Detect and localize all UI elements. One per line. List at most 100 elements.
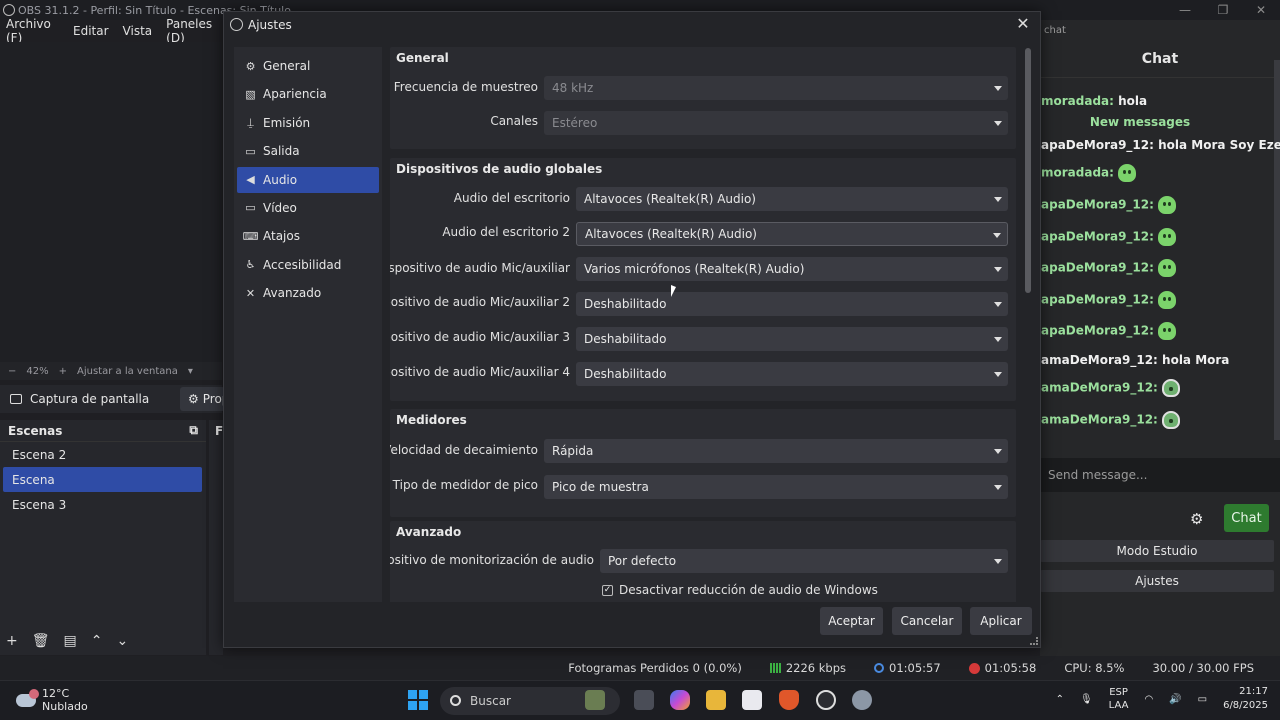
trash-icon[interactable]: 🗑 [32, 633, 50, 649]
task-view-icon[interactable] [634, 690, 654, 710]
move-up-icon[interactable]: ⌃ [91, 633, 103, 649]
nav-atajos[interactable]: ⌨ Atajos [237, 223, 379, 249]
apply-button[interactable]: Aplicar [970, 607, 1032, 635]
nav-avanzado[interactable]: ✕ Avanzado [237, 280, 379, 306]
undock-icon[interactable]: ⧉ [189, 423, 198, 438]
close-icon[interactable]: ✕ [1014, 15, 1032, 33]
filter-icon[interactable]: ▤ [64, 633, 77, 649]
settings-taskbar-icon[interactable] [852, 690, 872, 710]
add-icon[interactable]: + [6, 633, 18, 649]
nav-label: Accesibilidad [263, 257, 342, 272]
ducking-checkbox[interactable]: ✓ Desactivar reducción de audio de Windo… [602, 583, 878, 597]
maximize-icon[interactable]: ❐ [1204, 0, 1242, 20]
close-window-icon[interactable]: ✕ [1242, 0, 1280, 20]
obs-taskbar-icon[interactable] [816, 690, 836, 710]
language-indicator[interactable]: ESP LAA [1109, 686, 1129, 712]
file-explorer-icon[interactable] [706, 690, 726, 710]
decay-select[interactable]: Rápida [544, 439, 1008, 463]
chat-input[interactable]: Send message... [1040, 458, 1280, 492]
desktop-audio-select[interactable]: Altavoces (Realtek(R) Audio) [576, 187, 1008, 211]
obs-logo-icon [230, 18, 243, 31]
nav-salida[interactable]: ▭ Salida [237, 138, 379, 164]
clock[interactable]: 21:17 6/8/2025 [1223, 685, 1268, 713]
chat-message: apaDeMora9_12: hola Mora Soy Ezequiel [1041, 138, 1280, 152]
group-title: Avanzado [396, 525, 462, 539]
mic-aux-3-select[interactable]: Deshabilitado [576, 327, 1008, 351]
properties-button[interactable]: ⚙ Prop [180, 387, 229, 411]
settings-scrollbar[interactable] [1025, 48, 1031, 293]
nav-general[interactable]: ⚙ General [237, 53, 379, 79]
device-label: Dispositivo de audio Mic/auxiliar 3 [390, 330, 570, 344]
preview-canvas[interactable] [0, 42, 222, 362]
scenes-title: Escenas [8, 423, 63, 438]
monitor-device-select[interactable]: Por defecto [600, 549, 1008, 573]
mic-aux-2-select[interactable]: Deshabilitado [576, 292, 1008, 316]
chat-message: amaDeMora9_12: [1041, 411, 1180, 429]
zoom-dropdown-icon[interactable]: ▾ [188, 366, 193, 377]
nav-apariencia[interactable]: ▧ Apariencia [237, 81, 379, 107]
zoom-out-button[interactable]: − [8, 366, 16, 377]
checkbox-checked-icon[interactable]: ✓ [602, 584, 613, 596]
chevron-down-icon [994, 372, 1002, 377]
chat-message: apaDeMora9_12: [1041, 291, 1176, 309]
menu-archivo[interactable]: Archivo (F) [6, 17, 59, 45]
taskbar: 12°C Nublado Buscar ⌃ 🎙 ESP LAA ◠ 🔊 ▭ 21… [0, 680, 1280, 720]
battery-icon[interactable]: ▭ [1198, 694, 1207, 705]
zoom-in-button[interactable]: + [59, 366, 67, 377]
scene-item[interactable]: Escena 3 [3, 492, 202, 517]
ok-button[interactable]: Aceptar [820, 607, 883, 635]
move-down-icon[interactable]: ⌄ [116, 633, 128, 649]
chat-send-button[interactable]: Chat [1224, 504, 1269, 532]
nav-video[interactable]: ▭ Vídeo [237, 195, 379, 221]
minimize-icon[interactable]: — [1166, 0, 1204, 20]
new-messages-divider[interactable]: New messages [1040, 115, 1240, 129]
scene-item[interactable]: Escena 2 [3, 442, 202, 467]
studio-mode-button[interactable]: Modo Estudio [1040, 540, 1274, 562]
desktop-audio-2-select[interactable]: Altavoces (Realtek(R) Audio) [576, 222, 1008, 246]
brave-icon[interactable] [779, 690, 799, 710]
peak-select[interactable]: Pico de muestra [544, 475, 1008, 499]
channels-select[interactable]: Estéreo [544, 111, 1008, 135]
wifi-icon[interactable]: ◠ [1144, 694, 1153, 705]
widget-icon[interactable] [585, 690, 605, 710]
emote-icon [1157, 322, 1176, 340]
nav-audio[interactable]: ◀ Audio [237, 166, 379, 193]
sample-rate-select[interactable]: 48 kHz [544, 76, 1008, 100]
emote-icon [1157, 196, 1176, 214]
menu-editar[interactable]: Editar [73, 24, 109, 38]
nav-accesibilidad[interactable]: ♿ Accesibilidad [237, 252, 379, 278]
zoom-fit-label[interactable]: Ajustar a la ventana [77, 366, 178, 377]
zoom-bar: − 42% + Ajustar a la ventana ▾ [0, 362, 222, 380]
mic-aux-select[interactable]: Varios micrófonos (Realtek(R) Audio) [576, 257, 1008, 281]
chevron-up-icon[interactable]: ⌃ [1056, 694, 1064, 705]
menu-paneles[interactable]: Paneles (D) [166, 17, 222, 45]
mic-icon[interactable]: 🎙 [1080, 694, 1093, 705]
chat-scrollbar[interactable] [1274, 60, 1280, 440]
combo-value: Deshabilitado [584, 332, 667, 346]
chat-user: amaDeMora9_12: [1041, 412, 1158, 427]
record-icon [968, 662, 980, 674]
volume-icon[interactable]: 🔊 [1169, 694, 1181, 705]
copilot-icon[interactable] [670, 690, 690, 710]
weather-widget[interactable]: 12°C Nublado [16, 687, 88, 713]
search-icon [450, 695, 461, 706]
decay-label: Velocidad de decaimiento [390, 443, 538, 457]
chevron-down-icon [994, 267, 1002, 272]
chat-settings-gear-icon[interactable]: ⚙ [1190, 510, 1206, 528]
nav-emision[interactable]: ⍊ Emisión [237, 110, 379, 136]
layout-code: LAA [1108, 700, 1129, 711]
scene-item-active[interactable]: Escena [3, 467, 202, 492]
nav-label: General [263, 59, 311, 73]
resize-grip-icon[interactable] [1030, 637, 1038, 645]
store-icon[interactable] [742, 690, 762, 710]
weather-text: Nublado [42, 700, 88, 713]
menu-vista[interactable]: Vista [123, 24, 153, 38]
cancel-button[interactable]: Cancelar [892, 607, 962, 635]
meters-group: Medidores Velocidad de decaimiento Rápid… [390, 409, 1016, 517]
peak-label: Tipo de medidor de pico [392, 478, 538, 492]
scenes-toolbar: + 🗑 ▤ ⌃ ⌄ [6, 633, 128, 649]
mic-aux-4-select[interactable]: Deshabilitado [576, 362, 1008, 386]
start-button[interactable] [408, 690, 428, 710]
tools-icon: ✕ [245, 286, 256, 300]
settings-button[interactable]: Ajustes [1040, 570, 1274, 592]
